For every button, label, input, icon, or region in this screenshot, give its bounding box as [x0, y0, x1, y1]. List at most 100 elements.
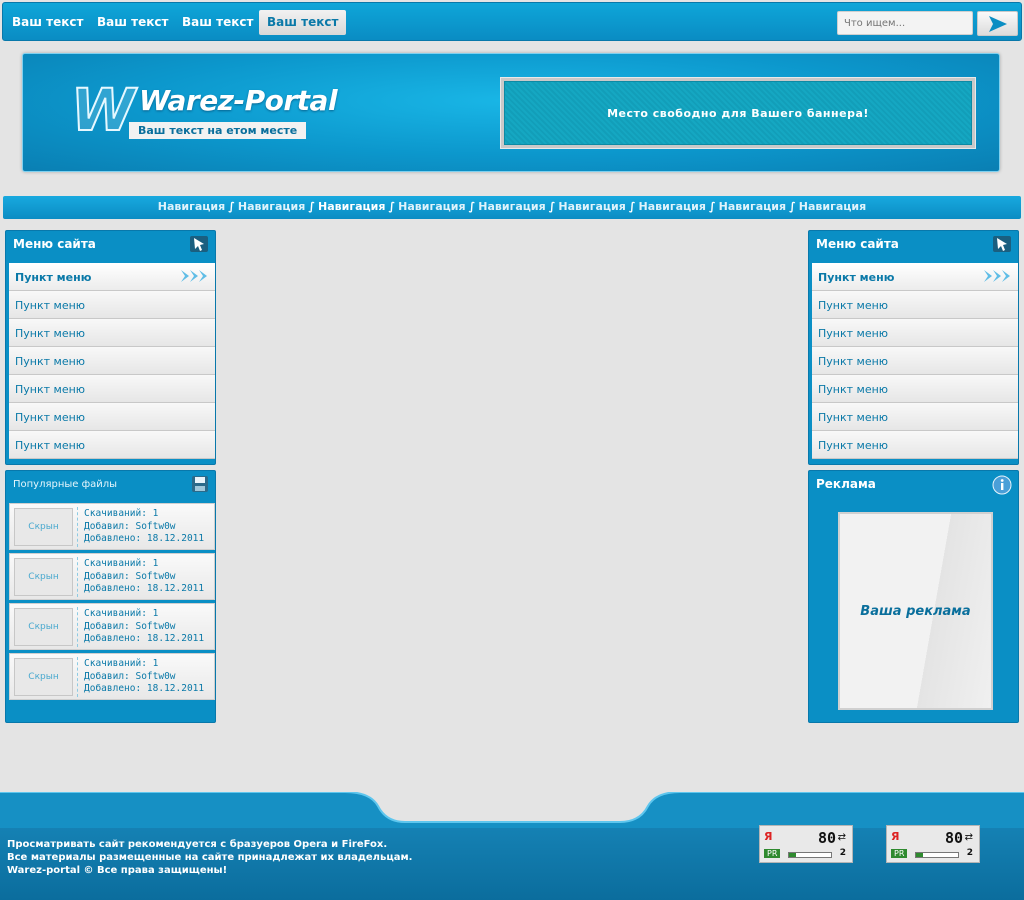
left-menu-item-label: Пункт меню — [15, 299, 86, 312]
left-menu-item-3[interactable]: Пункт меню — [9, 319, 215, 347]
nav-separator: ∫ — [628, 200, 636, 213]
double-chevron-right-icon — [181, 270, 207, 282]
nav-link-7[interactable]: Навигация — [639, 200, 706, 213]
file-downloads: Скачиваний: 1 — [84, 608, 159, 619]
counter-value: 80 — [818, 829, 837, 847]
banner-slot[interactable]: Место свободно для Вашего баннера! — [500, 77, 976, 149]
ad-text: Ваша реклама — [860, 603, 971, 619]
logo-text[interactable]: Warez-Portal — [139, 84, 338, 117]
left-menu-item-7[interactable]: Пункт меню — [9, 431, 215, 459]
file-author: Добавил: Softw0w — [84, 570, 176, 582]
file-item[interactable]: Скрын Скачиваний: 1 Добавил: Softw0w Добавл… — [9, 653, 215, 700]
file-thumbnail[interactable]: Скрын — [14, 508, 73, 546]
popular-files-list: Скрын Скачиваний: 1 Добавил: Softw0w Добавл… — [9, 503, 215, 703]
nav-link-1[interactable]: Навигация — [158, 200, 225, 213]
counter-value: 80 — [945, 829, 964, 847]
nav-separator: ∫ — [228, 200, 235, 213]
nav-link-5[interactable]: Навигация — [478, 200, 545, 213]
file-author: Добавил: Softw0w — [84, 670, 176, 682]
file-item[interactable]: Скрын Скачиваний: 1 Добавил: Softw0w Добавл… — [9, 503, 215, 550]
refresh-icon: ⇄ — [964, 832, 973, 843]
file-author: Добавил: Softw0w — [84, 520, 176, 532]
right-menu-item-4[interactable]: Пункт меню — [812, 347, 1018, 375]
ad-placeholder[interactable]: Ваша реклама — [838, 512, 993, 710]
left-menu-item-label: Пункт меню — [15, 327, 86, 340]
nav-link-6[interactable]: Навигация — [558, 200, 625, 213]
file-thumbnail[interactable]: Скрын — [14, 658, 73, 696]
nav-link-4[interactable]: Навигация — [398, 200, 465, 213]
nav-separator: ∫ — [708, 200, 716, 213]
nav-separator: ∫ — [789, 200, 796, 213]
file-date: Добавлено: 18.12.2011 — [84, 533, 205, 544]
yandex-counter-1[interactable]: Я 80 ⇄ PR 2 — [759, 825, 853, 863]
left-menu-item-label: Пункт меню — [15, 355, 86, 368]
right-menu-item-label: Пункт меню — [818, 271, 895, 284]
right-menu-item-label: Пункт меню — [818, 439, 889, 452]
right-menu-item-7[interactable]: Пункт меню — [812, 431, 1018, 459]
file-thumbnail[interactable]: Скрын — [14, 608, 73, 646]
file-downloads: Скачиваний: 1 — [84, 508, 159, 519]
search-button[interactable] — [977, 11, 1018, 36]
footer-line-1: Просматривать сайт рекомендуется с бразу… — [7, 839, 388, 850]
slogan: Ваш текст на етом месте — [129, 122, 307, 139]
left-menu-item-4[interactable]: Пункт меню — [9, 347, 215, 375]
left-menu-item-label: Пункт меню — [15, 271, 92, 284]
double-chevron-right-icon — [984, 270, 1010, 282]
counter-rank: 2 — [839, 848, 846, 858]
left-menu-item-6[interactable]: Пункт меню — [9, 403, 215, 431]
file-item[interactable]: Скрын Скачиваний: 1 Добавил: Softw0w Добавл… — [9, 603, 215, 650]
file-divider — [77, 507, 78, 547]
top-link-4[interactable]: Ваш текст — [259, 10, 347, 35]
left-menu-item-label: Пункт меню — [15, 411, 86, 424]
file-divider — [77, 607, 78, 647]
nav-link-9[interactable]: Навигация — [799, 200, 866, 213]
right-menu-item-label: Пункт меню — [818, 383, 889, 396]
search-input[interactable] — [837, 11, 973, 35]
right-menu-block: Меню сайта Пункт меню Пункт меню Пункт мен… — [808, 230, 1019, 465]
file-info: Скачиваний: 1 Добавил: Softw0w Добавлено: … — [84, 658, 204, 696]
left-menu-item-2[interactable]: Пункт меню — [9, 291, 215, 319]
yandex-logo-icon: Я — [891, 830, 900, 843]
top-link-2[interactable]: Ваш текст — [97, 15, 168, 29]
file-author: Добавил: Softw0w — [84, 620, 176, 632]
left-menu-item-5[interactable]: Пункт меню — [9, 375, 215, 403]
right-menu-item-label: Пункт меню — [818, 299, 889, 312]
yandex-counter-2[interactable]: Я 80 ⇄ PR 2 — [886, 825, 980, 863]
banner-text: Место свободно для Вашего баннера! — [504, 81, 972, 145]
right-menu-item-2[interactable]: Пункт меню — [812, 291, 1018, 319]
file-thumbnail[interactable]: Скрын — [14, 558, 73, 596]
pr-label: PR — [764, 849, 781, 858]
nav-separator: ∫ — [308, 200, 316, 213]
right-menu-item-5[interactable]: Пункт меню — [812, 375, 1018, 403]
file-date: Добавлено: 18.12.2011 — [84, 683, 205, 694]
right-menu-item-3[interactable]: Пункт меню — [812, 319, 1018, 347]
nav-separator: ∫ — [468, 200, 476, 213]
file-info: Скачиваний: 1 Добавил: Softw0w Добавлено: … — [84, 558, 204, 596]
right-menu-item-1[interactable]: Пункт меню — [812, 263, 1018, 291]
pr-bar — [915, 852, 959, 858]
popular-files-block: Популярные файлы Скрын Скачиваний: 1 Добав… — [5, 470, 216, 723]
top-link-1[interactable]: Ваш текст — [12, 15, 83, 29]
file-info: Скачиваний: 1 Добавил: Softw0w Добавлено: … — [84, 508, 204, 546]
left-menu-block: Меню сайта Пункт меню Пункт меню Пункт мен… — [5, 230, 216, 465]
nav-link-2[interactable]: Навигация — [238, 200, 305, 213]
left-menu-title: Меню сайта — [13, 237, 96, 251]
footer-line-3: Warez-portal © Все права защищены! — [7, 865, 228, 876]
nav-separator: ∫ — [388, 200, 396, 213]
navigation-bar: Навигация ∫ Навигация ∫ Навигация ∫ Навигация ∫… — [3, 196, 1021, 219]
cursor-icon — [190, 236, 208, 252]
file-divider — [77, 557, 78, 597]
nav-link-8[interactable]: Навигация — [719, 200, 786, 213]
right-menu-item-label: Пункт меню — [818, 411, 889, 424]
footer-wave — [0, 792, 1024, 828]
file-item[interactable]: Скрын Скачиваний: 1 Добавил: Softw0w Добавл… — [9, 553, 215, 600]
right-menu-item-6[interactable]: Пункт меню — [812, 403, 1018, 431]
ad-block: Реклама Ваша реклама — [808, 470, 1019, 723]
top-bar: Ваш текст Ваш текст Ваш текст Ваш текст — [2, 2, 1022, 41]
top-link-3[interactable]: Ваш текст — [182, 15, 253, 29]
footer-text: Просматривать сайт рекомендуется с бразу… — [7, 838, 412, 877]
nav-link-3[interactable]: Навигация — [318, 200, 385, 213]
right-menu-title: Меню сайта — [816, 237, 899, 251]
left-menu-list: Пункт меню Пункт меню Пункт меню Пункт меню… — [9, 263, 215, 459]
left-menu-item-1[interactable]: Пункт меню — [9, 263, 215, 291]
